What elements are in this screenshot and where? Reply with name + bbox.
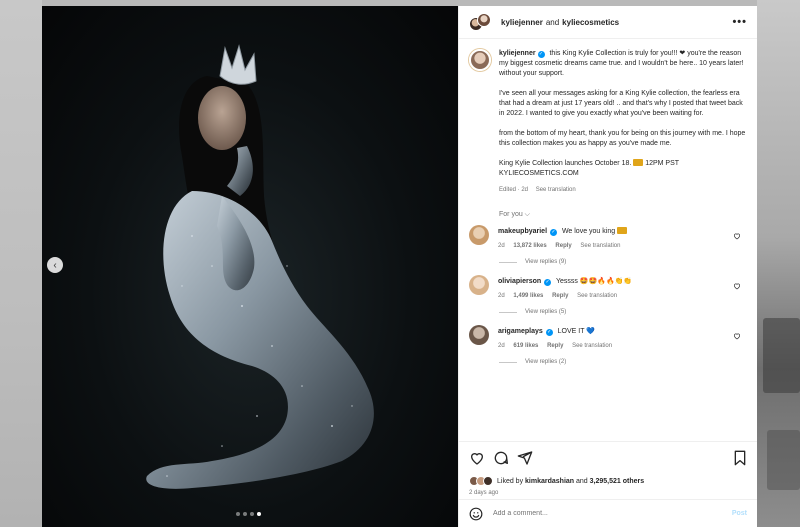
carousel-dot bbox=[236, 512, 240, 516]
comment-text: We love you king bbox=[561, 228, 616, 235]
likes-count[interactable]: 3,295,521 others bbox=[590, 478, 644, 485]
caption: kyliejenner ✓ this King Kylie Collection… bbox=[469, 49, 747, 195]
caption-text-4: King Kylie Collection launches October 1… bbox=[499, 160, 632, 167]
view-replies-button[interactable]: View replies (5) bbox=[499, 309, 747, 315]
add-comment-bar: Post bbox=[459, 499, 757, 527]
reply-button[interactable]: Reply bbox=[547, 343, 563, 349]
comment-input[interactable] bbox=[493, 510, 732, 517]
previous-photo-button[interactable]: ‹ bbox=[47, 257, 63, 273]
verified-icon: ✓ bbox=[537, 51, 545, 58]
caption-text-1: this King Kylie Collection is truly for … bbox=[499, 50, 744, 77]
backdrop-left bbox=[0, 0, 42, 527]
comment-icon[interactable] bbox=[493, 450, 509, 466]
avatar[interactable] bbox=[469, 275, 489, 295]
avatar[interactable] bbox=[469, 225, 489, 245]
see-translation-link[interactable]: See translation bbox=[572, 343, 612, 349]
comments-scroll-area[interactable]: kyliejenner ✓ this King Kylie Collection… bbox=[459, 39, 757, 441]
view-replies-button[interactable]: View replies (2) bbox=[499, 359, 747, 365]
caption-username[interactable]: kyliejenner bbox=[499, 50, 536, 57]
header-username-2[interactable]: kyliecosmetics bbox=[562, 18, 619, 27]
post-timestamp: 2 days ago bbox=[469, 490, 499, 496]
carousel-dots bbox=[236, 512, 261, 516]
carousel-dot bbox=[243, 512, 247, 516]
verified-icon: ✓ bbox=[549, 229, 557, 236]
post-image: ‹ bbox=[42, 6, 458, 527]
avatar[interactable] bbox=[469, 325, 489, 345]
comment-text: LOVE IT 💙 bbox=[557, 328, 596, 335]
share-icon[interactable] bbox=[517, 450, 533, 466]
post-button[interactable]: Post bbox=[732, 510, 747, 517]
caption-link[interactable]: KYLIECOSMETICS.COM bbox=[499, 170, 579, 177]
see-translation-link[interactable]: See translation bbox=[536, 187, 576, 193]
post-details-panel: kyliejenner and kyliecosmetics ••• kylie… bbox=[458, 6, 757, 527]
backdrop-right bbox=[757, 0, 800, 527]
smile-icon[interactable] bbox=[469, 507, 483, 521]
heart-icon[interactable] bbox=[733, 332, 741, 340]
comment-likes[interactable]: 1,499 likes bbox=[513, 293, 543, 299]
comment-likes[interactable]: 13,872 likes bbox=[513, 243, 546, 249]
comment-time: 2d bbox=[498, 243, 505, 249]
crown-emoji-icon bbox=[617, 227, 628, 234]
carousel-dot bbox=[250, 512, 254, 516]
caption-time: 12PM PST bbox=[645, 160, 680, 167]
bookmark-icon[interactable] bbox=[733, 450, 747, 466]
carousel-dot-active bbox=[257, 512, 261, 516]
reply-button[interactable]: Reply bbox=[555, 243, 571, 249]
see-translation-link[interactable]: See translation bbox=[577, 293, 617, 299]
view-replies-button[interactable]: View replies (9) bbox=[499, 259, 747, 265]
prev-arrow-icon: ‹ bbox=[53, 259, 57, 271]
comment-username[interactable]: arigameplays bbox=[498, 328, 543, 335]
backdrop-thumbnail bbox=[767, 430, 800, 490]
see-translation-link[interactable]: See translation bbox=[580, 243, 620, 249]
comment-username[interactable]: oliviapierson bbox=[498, 278, 541, 285]
caption-text-2: I've seen all your messages asking for a… bbox=[499, 90, 743, 117]
post-header: kyliejenner and kyliecosmetics ••• bbox=[459, 6, 757, 39]
comment-time: 2d bbox=[498, 293, 505, 299]
more-icon[interactable]: ••• bbox=[732, 16, 747, 28]
header-and: and bbox=[545, 17, 560, 27]
verified-icon: ✓ bbox=[544, 279, 552, 286]
crown-emoji-icon bbox=[633, 159, 644, 166]
caption-text-3: from the bottom of my heart, thank you f… bbox=[499, 130, 746, 147]
post-modal: ‹ kyliejenner and kyliecosmetics ••• kyl… bbox=[42, 6, 757, 527]
edited-timestamp: Edited · 2d bbox=[499, 187, 529, 193]
caption-meta: Edited · 2d See translation bbox=[499, 185, 747, 195]
verified-icon: ✓ bbox=[545, 329, 553, 336]
comment-likes[interactable]: 619 likes bbox=[513, 343, 538, 349]
reply-button[interactable]: Reply bbox=[552, 293, 568, 299]
likes-summary: Liked by kimkardashian and 3,295,521 oth… bbox=[469, 476, 747, 486]
comment: arigameplays ✓ LOVE IT 💙 2d 619 likes Re… bbox=[469, 325, 747, 351]
comment-text: Yessss 🤩🤩🔥🔥👏👏 bbox=[555, 278, 633, 285]
backdrop-thumbnail bbox=[763, 318, 800, 393]
avatar[interactable] bbox=[469, 49, 491, 71]
comment-time: 2d bbox=[498, 343, 505, 349]
heart-icon[interactable] bbox=[733, 282, 741, 290]
collab-avatars[interactable] bbox=[469, 13, 493, 31]
avatar bbox=[483, 476, 493, 486]
for-you-toggle[interactable]: For you ⌵ bbox=[499, 211, 747, 219]
heart-icon[interactable] bbox=[733, 232, 741, 240]
comment: oliviapierson ✓ Yessss 🤩🤩🔥🔥👏👏 2d 1,499 l… bbox=[469, 275, 747, 301]
heart-icon[interactable] bbox=[469, 450, 485, 466]
liked-by-and: and bbox=[576, 477, 588, 485]
header-username-1[interactable]: kyliejenner bbox=[501, 18, 543, 27]
comment-username[interactable]: makeupbyariel bbox=[498, 228, 547, 235]
liker-avatars bbox=[469, 476, 493, 486]
liked-by-user[interactable]: kimkardashian bbox=[525, 478, 574, 485]
comment: makeupbyariel ✓ We love you king 2d 13,8… bbox=[469, 225, 747, 251]
post-photo-illustration bbox=[146, 44, 374, 489]
liked-by-prefix: Liked by bbox=[497, 477, 524, 485]
avatar bbox=[477, 13, 491, 27]
